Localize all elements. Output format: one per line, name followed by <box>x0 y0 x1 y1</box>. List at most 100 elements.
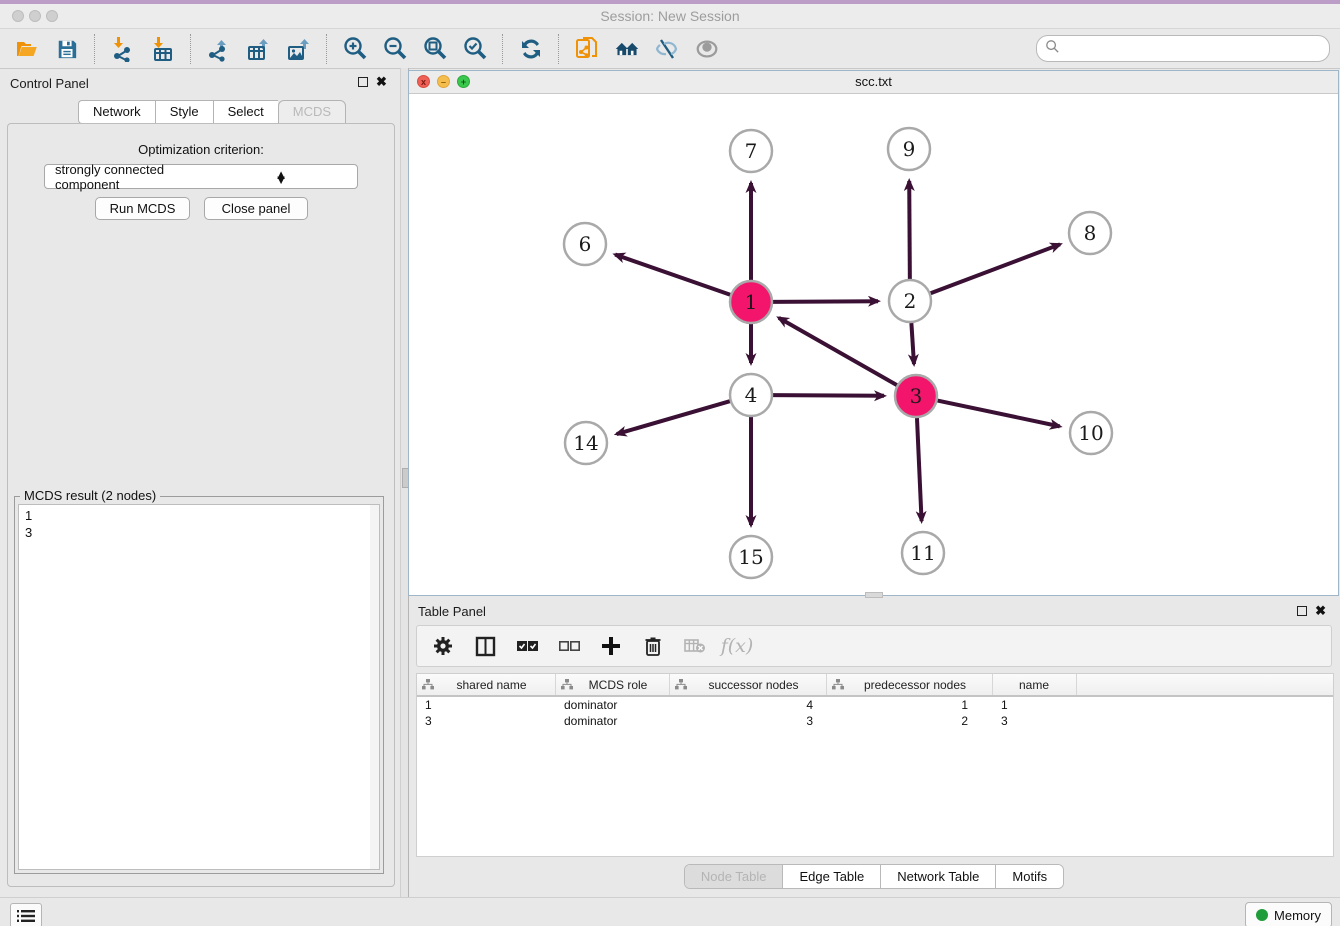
function-icon[interactable]: f(x) <box>725 634 749 658</box>
delete-table-icon[interactable] <box>683 634 707 658</box>
graph-node-10[interactable]: 10 <box>1070 412 1112 454</box>
tab-node-table[interactable]: Node Table <box>685 865 784 888</box>
memory-button[interactable]: Memory <box>1245 902 1332 926</box>
mcds-panel: Optimization criterion: strongly connect… <box>7 123 395 887</box>
import-network-icon[interactable] <box>110 36 136 62</box>
graph-node-8[interactable]: 8 <box>1069 212 1111 254</box>
table-toolbar: f(x) <box>416 625 1332 667</box>
svg-text:14: 14 <box>573 431 598 455</box>
network-canvas[interactable]: 7 9 6 8 1 2 4 3 14 10 15 11 <box>409 93 1338 595</box>
cell-MCDS-role[interactable]: dominator <box>556 698 670 712</box>
cell-shared-name[interactable]: 3 <box>417 714 556 728</box>
eye-icon[interactable] <box>694 36 720 62</box>
graph-node-3[interactable]: 3 <box>895 375 937 417</box>
result-scrollbar[interactable] <box>370 505 379 869</box>
svg-text:9: 9 <box>903 137 916 161</box>
zoom-selected-icon[interactable] <box>462 36 488 62</box>
column-header-MCDS-role[interactable]: MCDS role <box>556 674 670 695</box>
control-panel-title: Control Panel <box>10 76 89 91</box>
close-panel-icon[interactable]: ✖ <box>376 77 387 87</box>
cell-successor-nodes[interactable]: 4 <box>670 698 827 712</box>
split-columns-icon[interactable] <box>473 634 497 658</box>
graph-node-9[interactable]: 9 <box>888 128 930 170</box>
export-network-icon[interactable] <box>206 36 232 62</box>
column-header-predecessor-nodes[interactable]: predecessor nodes <box>827 674 993 695</box>
tab-style[interactable]: Style <box>155 100 213 124</box>
list-icon <box>17 909 35 923</box>
edge-3-10[interactable] <box>938 401 1060 427</box>
tab-edge-table[interactable]: Edge Table <box>783 865 881 888</box>
run-mcds-button[interactable]: Run MCDS <box>95 197 190 220</box>
float-panel-icon[interactable] <box>358 77 368 87</box>
cell-successor-nodes[interactable]: 3 <box>670 714 827 728</box>
export-image-icon[interactable] <box>286 36 312 62</box>
close-table-panel-icon[interactable]: ✖ <box>1315 606 1326 616</box>
deselect-all-icon[interactable] <box>557 634 581 658</box>
graph-node-15[interactable]: 15 <box>730 536 772 578</box>
edge-2-3[interactable] <box>911 323 914 364</box>
column-header-successor-nodes[interactable]: successor nodes <box>670 674 827 695</box>
table-row[interactable]: 1dominator411 <box>417 697 1333 713</box>
table-panel-title: Table Panel <box>418 604 486 619</box>
edge-4-14[interactable] <box>617 401 730 434</box>
hide-panel-icon[interactable] <box>654 36 680 62</box>
search-input[interactable] <box>1060 41 1329 56</box>
graph-node-14[interactable]: 14 <box>565 422 607 464</box>
edge-1-2[interactable] <box>773 301 878 302</box>
cell-predecessor-nodes[interactable]: 1 <box>827 698 993 712</box>
select-all-icon[interactable] <box>515 634 539 658</box>
zoom-in-icon[interactable] <box>342 36 368 62</box>
cell-name[interactable]: 1 <box>993 698 1077 712</box>
edge-1-6[interactable] <box>615 255 730 295</box>
save-session-icon[interactable] <box>54 36 80 62</box>
table-tabs: Node TableEdge TableNetwork TableMotifs <box>684 864 1064 889</box>
table-row[interactable]: 3dominator323 <box>417 713 1333 729</box>
edge-3-1[interactable] <box>779 318 897 385</box>
graph-node-1[interactable]: 1 <box>730 281 772 323</box>
graph-node-7[interactable]: 7 <box>730 130 772 172</box>
import-table-icon[interactable] <box>150 36 176 62</box>
tab-motifs[interactable]: Motifs <box>996 865 1063 888</box>
task-history-button[interactable] <box>10 903 42 926</box>
table-tabs-band: Node TableEdge TableNetwork TableMotifs <box>408 861 1340 892</box>
network-window-titlebar[interactable]: x – + scc.txt <box>409 71 1338 94</box>
application-window: Session: New Session <box>0 0 1340 926</box>
home-icon[interactable] <box>614 36 640 62</box>
graph-node-4[interactable]: 4 <box>730 374 772 416</box>
search-box[interactable] <box>1036 35 1330 62</box>
criterion-select[interactable]: strongly connected component ▲▼ <box>44 164 358 189</box>
cell-name[interactable]: 3 <box>993 714 1077 728</box>
cell-shared-name[interactable]: 1 <box>417 698 556 712</box>
window-resize-handle[interactable] <box>865 592 883 598</box>
open-session-icon[interactable] <box>14 36 40 62</box>
tab-network[interactable]: Network <box>78 100 155 124</box>
zoom-fit-icon[interactable] <box>422 36 448 62</box>
control-panel-tabs: NetworkStyleSelectMCDS <box>78 100 346 124</box>
edge-4-3[interactable] <box>773 395 884 396</box>
column-header-name[interactable]: name <box>993 674 1077 695</box>
clone-network-icon[interactable] <box>574 36 600 62</box>
export-table-icon[interactable] <box>246 36 272 62</box>
cell-predecessor-nodes[interactable]: 2 <box>827 714 993 728</box>
graph-node-11[interactable]: 11 <box>902 532 944 574</box>
tab-network-table[interactable]: Network Table <box>881 865 996 888</box>
gear-icon[interactable] <box>431 634 455 658</box>
memory-status-icon <box>1256 909 1268 921</box>
close-panel-button[interactable]: Close panel <box>204 197 308 220</box>
column-header-shared-name[interactable]: shared name <box>417 674 556 695</box>
tab-mcds[interactable]: MCDS <box>278 100 346 124</box>
mcds-result-list[interactable]: 1 3 <box>18 504 380 870</box>
float-table-panel-icon[interactable] <box>1297 606 1307 616</box>
add-icon[interactable] <box>599 634 623 658</box>
graph-node-2[interactable]: 2 <box>889 280 931 322</box>
edge-2-8[interactable] <box>931 244 1060 293</box>
edge-2-9[interactable] <box>909 181 910 279</box>
edge-3-11[interactable] <box>917 418 922 521</box>
mcds-result-box: MCDS result (2 nodes) 1 3 <box>14 496 384 874</box>
delete-icon[interactable] <box>641 634 665 658</box>
zoom-out-icon[interactable] <box>382 36 408 62</box>
refresh-icon[interactable] <box>518 36 544 62</box>
tab-select[interactable]: Select <box>213 100 278 124</box>
graph-node-6[interactable]: 6 <box>564 223 606 265</box>
cell-MCDS-role[interactable]: dominator <box>556 714 670 728</box>
